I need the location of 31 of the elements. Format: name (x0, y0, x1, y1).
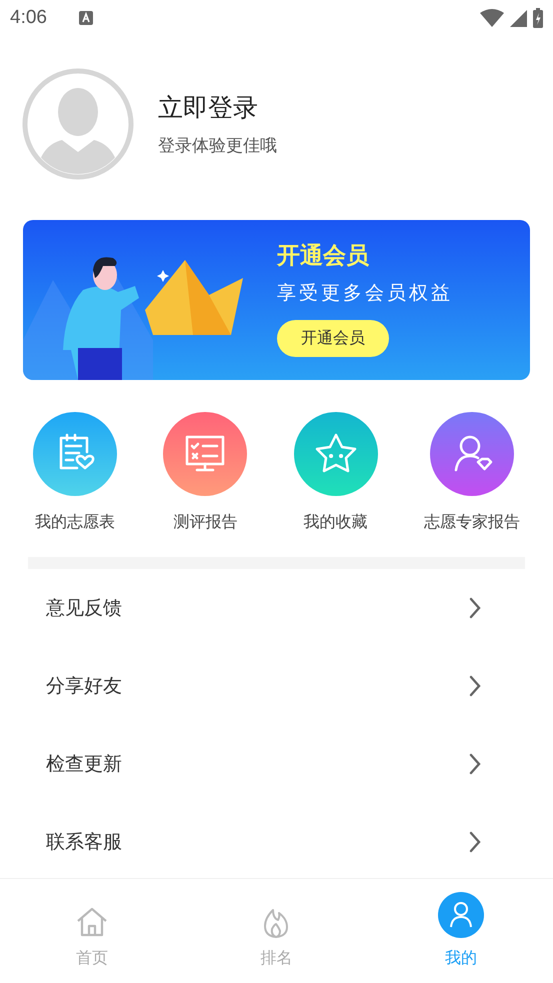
shortcut-label: 志愿专家报告 (424, 512, 520, 533)
open-membership-button[interactable]: 开通会员 (277, 320, 389, 357)
banner-subtitle: 享受更多会员权益 (277, 281, 453, 306)
menu-item[interactable]: 意见反馈 (46, 569, 553, 647)
wifi-icon (480, 9, 504, 27)
membership-banner[interactable]: 开通会员 享受更多会员权益 开通会员 (23, 220, 530, 380)
login-link[interactable]: 立即登录 (158, 91, 277, 124)
menu-item[interactable]: 联系客服 (46, 803, 553, 881)
keyboard-icon (78, 11, 93, 25)
status-time: 4:06 (10, 7, 47, 29)
chevron-right-icon (469, 831, 481, 853)
menu-item[interactable]: 检查更新 (46, 725, 553, 803)
shortcut-label: 我的志愿表 (35, 512, 116, 533)
banner-title: 开通会员 (277, 242, 369, 271)
chevron-right-icon (469, 753, 481, 775)
menu-item-label: 联系客服 (46, 830, 122, 855)
battery-icon (533, 8, 543, 28)
person-badge-icon[interactable] (430, 412, 514, 496)
chevron-right-icon (469, 597, 481, 619)
avatar-icon[interactable] (22, 68, 134, 180)
menu-item-label: 检查更新 (46, 752, 122, 777)
person-icon (438, 892, 484, 938)
shortcut-label: 测评报告 (173, 512, 238, 533)
menu-item[interactable]: 分享好友 (46, 647, 553, 725)
login-hint: 登录体验更佳哦 (158, 135, 277, 157)
checklist-monitor-icon[interactable] (163, 412, 248, 496)
menu-item-label: 分享好友 (46, 674, 122, 699)
chevron-right-icon (469, 675, 481, 697)
signal-icon (510, 10, 527, 26)
menu-item-label: 意见反馈 (46, 596, 122, 621)
shortcut-label: 我的收藏 (304, 512, 368, 533)
